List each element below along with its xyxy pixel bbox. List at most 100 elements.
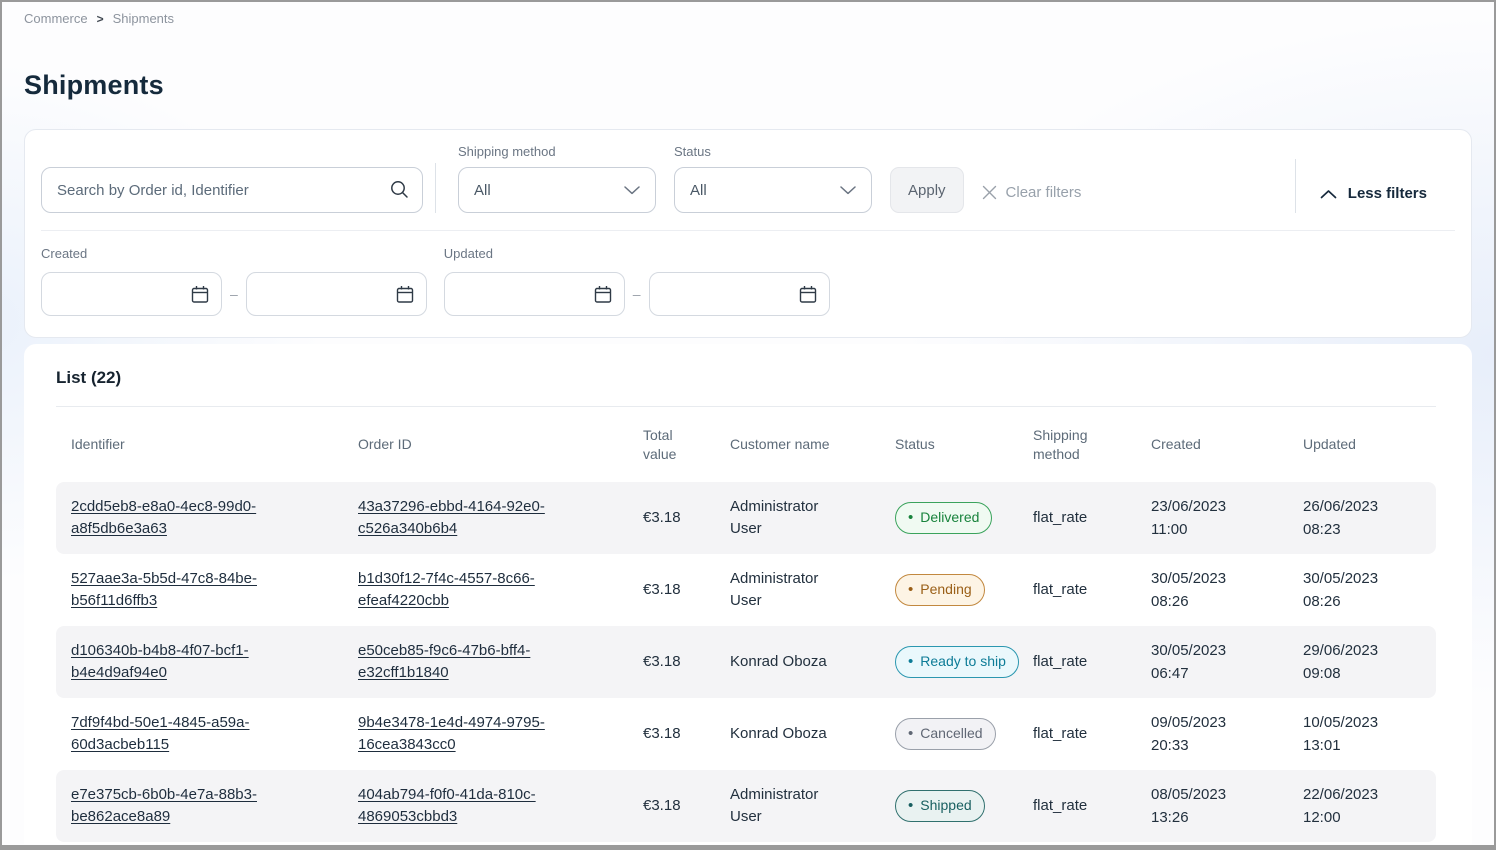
calendar-icon <box>396 285 414 304</box>
customer-name: Konrad Oboza <box>730 723 870 746</box>
filter-divider-vertical <box>1295 159 1296 213</box>
status-badge-label: Cancelled <box>920 723 982 744</box>
updated-datetime: 30/05/202308:26 <box>1303 567 1421 614</box>
close-icon <box>982 185 997 200</box>
shipping-method-field: Shipping method All <box>458 144 656 213</box>
order-id-link[interactable]: b1d30f12-7f4c-4557-8c66-efeaf4220cbb <box>358 568 598 613</box>
total-value: €3.18 <box>643 579 730 602</box>
less-filters-label: Less filters <box>1348 185 1427 202</box>
column-header-created: Created <box>1151 435 1303 454</box>
breadcrumb-item-commerce[interactable]: Commerce <box>24 11 88 26</box>
identifier-link[interactable]: 527aae3a-5b5d-47c8-84be-b56f11d6ffb3 <box>71 568 311 613</box>
updated-datetime: 10/05/202313:01 <box>1303 711 1421 758</box>
status-badge-label: Ready to ship <box>920 651 1006 672</box>
updated-to-input[interactable] <box>649 272 830 316</box>
customer-name: Administrator User <box>730 496 870 541</box>
total-value: €3.18 <box>643 795 730 818</box>
created-datetime: 08/05/202313:26 <box>1151 783 1303 830</box>
created-datetime: 30/05/202306:47 <box>1151 639 1303 686</box>
filters-row-dates: Created – <box>41 231 1455 337</box>
created-from-input[interactable] <box>41 272 222 316</box>
order-id-link[interactable]: 9b4e3478-1e4d-4974-9795-16cea3843cc0 <box>358 712 598 757</box>
customer-name: Administrator User <box>730 784 870 829</box>
total-value: €3.18 <box>643 723 730 746</box>
updated-label: Updated <box>444 246 830 261</box>
status-badge: Pending <box>895 574 985 606</box>
order-id-link[interactable]: 404ab794-f0f0-41da-810c-4869053cbbd3 <box>358 784 598 829</box>
calendar-icon <box>594 285 612 304</box>
chevron-down-icon <box>624 186 640 195</box>
less-filters-button[interactable]: Less filters <box>1320 185 1427 202</box>
updated-datetime: 26/06/202308:23 <box>1303 495 1421 542</box>
clear-filters-label: Clear filters <box>1006 184 1082 201</box>
table-row: d106340b-b4b8-4f07-bcf1-b4e4d9af94e0 e50… <box>56 626 1436 698</box>
updated-from-input[interactable] <box>444 272 625 316</box>
total-value: €3.18 <box>643 507 730 530</box>
table-row: 2cdd5eb8-e8a0-4ec8-99d0-a8f5db6e3a63 43a… <box>56 482 1436 554</box>
status-label: Status <box>674 144 872 159</box>
status-value: All <box>690 182 707 199</box>
breadcrumb: Commerce > Shipments <box>24 2 1472 26</box>
shipping-method-value: flat_rate <box>1033 723 1151 746</box>
column-header-shipping-method: Shipping method <box>1033 426 1151 464</box>
created-to-input[interactable] <box>246 272 427 316</box>
search-icon[interactable] <box>389 179 410 200</box>
shipping-method-value: All <box>474 182 491 199</box>
customer-name: Konrad Oboza <box>730 651 870 674</box>
search-field <box>41 167 423 213</box>
updated-datetime: 22/06/202312:00 <box>1303 783 1421 830</box>
filter-divider-vertical <box>435 163 436 213</box>
column-header-updated: Updated <box>1303 435 1421 454</box>
identifier-link[interactable]: d106340b-b4b8-4f07-bcf1-b4e4d9af94e0 <box>71 640 311 685</box>
breadcrumb-item-shipments[interactable]: Shipments <box>113 11 174 26</box>
list-title: List (22) <box>56 368 1436 388</box>
created-label: Created <box>41 246 427 261</box>
identifier-link[interactable]: e7e375cb-6b0b-4e7a-88b3-be862ace8a89 <box>71 784 311 829</box>
column-header-identifier: Identifier <box>71 435 358 454</box>
shipping-method-label: Shipping method <box>458 144 656 159</box>
status-badge: Cancelled <box>895 718 996 750</box>
shipping-method-select[interactable]: All <box>458 167 656 213</box>
status-badge: Ready to ship <box>895 646 1019 678</box>
column-header-total-value: Total value <box>643 426 730 464</box>
customer-name: Administrator User <box>730 568 870 613</box>
clear-filters-button[interactable]: Clear filters <box>982 184 1082 201</box>
apply-button[interactable]: Apply <box>890 167 964 213</box>
status-badge: Delivered <box>895 502 992 534</box>
status-badge-label: Delivered <box>920 507 979 528</box>
breadcrumb-separator-icon: > <box>97 12 104 26</box>
order-id-link[interactable]: e50ceb85-f9c6-47b6-bff4-e32cff1b1840 <box>358 640 598 685</box>
shipping-method-value: flat_rate <box>1033 579 1151 602</box>
list-panel: List (22) Identifier Order ID Total valu… <box>24 344 1472 844</box>
table-header-row: Identifier Order ID Total value Customer… <box>56 407 1436 482</box>
column-header-status: Status <box>895 435 1033 454</box>
status-badge-label: Shipped <box>920 795 971 816</box>
order-id-link[interactable]: 43a37296-ebbd-4164-92e0-c526a340b6b4 <box>358 496 598 541</box>
status-field: Status All <box>674 144 872 213</box>
created-datetime: 23/06/202311:00 <box>1151 495 1303 542</box>
column-header-order-id: Order ID <box>358 435 643 454</box>
table-row: e7e375cb-6b0b-4e7a-88b3-be862ace8a89 404… <box>56 770 1436 842</box>
updated-datetime: 29/06/202309:08 <box>1303 639 1421 686</box>
range-separator: – <box>230 286 238 302</box>
table-row: 7df9f4bd-50e1-4845-a59a-60d3acbeb115 9b4… <box>56 698 1436 770</box>
shipping-method-value: flat_rate <box>1033 651 1151 674</box>
range-separator: – <box>633 286 641 302</box>
identifier-link[interactable]: 2cdd5eb8-e8a0-4ec8-99d0-a8f5db6e3a63 <box>71 496 311 541</box>
shipping-method-value: flat_rate <box>1033 795 1151 818</box>
chevron-down-icon <box>840 186 856 195</box>
table-row: 527aae3a-5b5d-47c8-84be-b56f11d6ffb3 b1d… <box>56 554 1436 626</box>
status-badge: Shipped <box>895 790 985 822</box>
search-input[interactable] <box>41 167 423 213</box>
updated-date-range: Updated – <box>444 246 830 316</box>
calendar-icon <box>799 285 817 304</box>
chevron-up-icon <box>1320 189 1337 199</box>
filters-row-main: Shipping method All Status All <box>41 144 1455 213</box>
created-datetime: 30/05/202308:26 <box>1151 567 1303 614</box>
identifier-link[interactable]: 7df9f4bd-50e1-4845-a59a-60d3acbeb115 <box>71 712 311 757</box>
total-value: €3.18 <box>643 651 730 674</box>
created-datetime: 09/05/202320:33 <box>1151 711 1303 758</box>
page-title: Shipments <box>24 70 1472 101</box>
status-select[interactable]: All <box>674 167 872 213</box>
status-badge-label: Pending <box>920 579 971 600</box>
